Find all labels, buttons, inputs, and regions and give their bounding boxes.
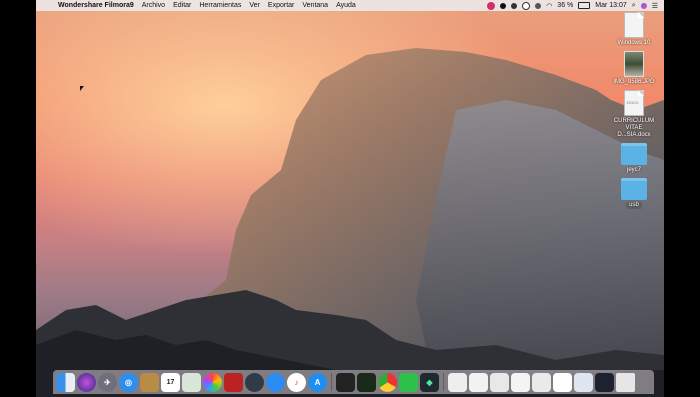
mountain-wallpaper [36,0,664,397]
launchpad-icon[interactable]: ✈ [98,372,117,392]
chrome-icon[interactable] [378,372,397,392]
notes-icon[interactable] [140,372,159,392]
user-icon[interactable] [535,2,542,9]
terminal-icon[interactable] [336,372,355,392]
screenshot-thumb-icon[interactable] [595,372,614,392]
screenshot-thumb-icon[interactable] [532,372,551,392]
siri-icon[interactable] [640,2,647,9]
trash-icon[interactable] [616,372,635,392]
dock-separator [331,373,332,391]
desktop-item-label: IMG_9586.JPG [613,79,655,85]
menu-herramientas[interactable]: Herramientas [199,2,241,9]
document-icon [624,12,644,38]
menu-archivo[interactable]: Archivo [142,2,165,9]
folder-icon [621,143,647,165]
desktop-item-label: jeyc7 [626,167,641,173]
menu-exportar[interactable]: Exportar [268,2,294,9]
siri-icon[interactable] [77,372,96,392]
finder-icon[interactable] [56,372,75,392]
record-icon[interactable] [487,1,496,10]
dock-separator [443,373,444,391]
desktop-item-label: usb [626,202,642,209]
safari-icon[interactable]: ◎ [119,372,138,392]
desktop-item-jeyc7[interactable]: jeyc7 [604,143,664,174]
letterbox-right [664,0,700,397]
docx-icon: DOCX [624,90,644,116]
app-store-icon[interactable]: A [308,372,327,392]
desktop-item-usb[interactable]: usb [604,178,664,209]
desktop-item-curriculum[interactable]: DOCX CURRICULUM VITAE D...SIA.docx [604,90,664,139]
dock: ✈ ◎ 17 ♪ A ◆ [53,370,654,394]
app-menu[interactable]: Wondershare Filmora9 [58,2,134,9]
image-icon [624,51,644,77]
wifi-icon[interactable]: ◠ [546,2,552,10]
screenshot-thumb-icon[interactable] [469,372,488,392]
sync-icon[interactable] [522,1,531,10]
calendar-icon[interactable]: 17 [161,372,180,392]
desktop-item-windows10[interactable]: Windows 10 [604,12,664,47]
screenshot-thumb-icon[interactable] [511,372,530,392]
chrome-canary-icon[interactable] [245,372,264,392]
music-file-icon[interactable] [448,372,467,392]
screenshot-thumb-icon[interactable] [553,372,572,392]
messages-icon[interactable] [266,372,285,392]
menu-ver[interactable]: Ver [249,2,260,9]
clock[interactable]: Mar 13:07 [595,2,627,9]
pdf-icon[interactable] [224,372,243,392]
menu-bar: Wondershare Filmora9 Archivo Editar Herr… [36,0,664,11]
notification-center-icon[interactable]: ☰ [652,2,658,10]
dot-icon[interactable] [500,2,507,9]
wechat-icon[interactable] [399,372,418,392]
desktop-wallpaper [36,0,664,397]
activity-monitor-icon[interactable] [357,372,376,392]
desktop-icons: Windows 10 IMG_9586.JPG DOCX CURRICULUM … [604,12,664,213]
folder-icon [621,178,647,200]
battery-percent[interactable]: 36 % [557,2,573,9]
screen: Wondershare Filmora9 Archivo Editar Herr… [0,0,700,397]
camera-icon[interactable] [511,2,518,9]
menu-ayuda[interactable]: Ayuda [336,2,356,9]
filmora-icon[interactable]: ◆ [420,372,439,392]
docx-tag: DOCX [627,100,639,105]
screenshot-thumb-icon[interactable] [490,372,509,392]
spotlight-icon[interactable]: ⌕ [632,2,636,10]
status-area: ◠ 36 % Mar 13:07 ⌕ ☰ [487,1,658,10]
screenshot-thumb-icon[interactable] [574,372,593,392]
battery-icon[interactable] [578,2,591,9]
itunes-icon[interactable]: ♪ [287,372,306,392]
photos-icon[interactable] [203,372,222,392]
desktop-item-img9586[interactable]: IMG_9586.JPG [604,51,664,86]
letterbox-left [0,0,36,397]
desktop-item-label: Windows 10 [617,40,651,46]
menu-ventana[interactable]: Ventana [302,2,328,9]
preview-icon[interactable] [182,372,201,392]
menu-editar[interactable]: Editar [173,2,191,9]
desktop-item-label: CURRICULUM VITAE D...SIA.docx [613,118,655,138]
